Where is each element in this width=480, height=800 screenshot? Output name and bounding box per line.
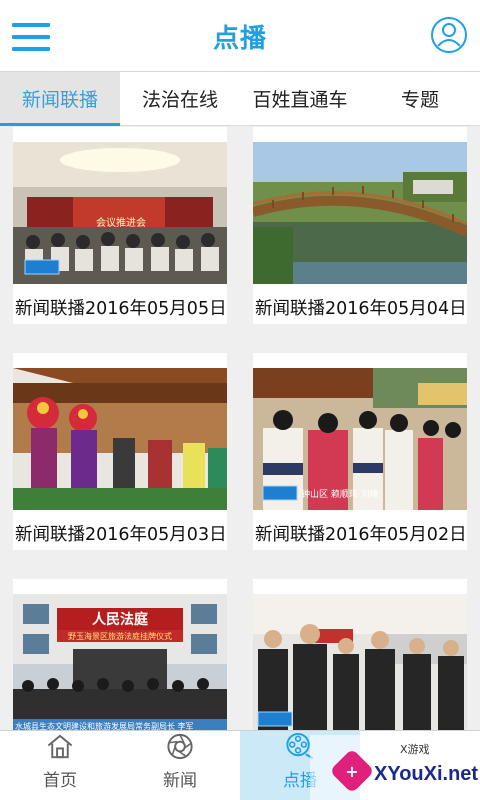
video-thumbnail [253, 594, 467, 730]
video-title: 新闻联播2016年05月03日 [15, 525, 227, 545]
thumbnail-caption: 钟山区 赖顺玮 刘峰 [301, 490, 379, 500]
video-title: 新闻联播2016年05月05日 [15, 299, 227, 319]
tab-news-broadcast[interactable]: 新闻联播 [0, 72, 120, 126]
thumbnail-banner-text: 会议推进会 [96, 218, 146, 229]
thumbnail-court-banner: 野玉海景区旅游法庭挂牌仪式 [68, 632, 172, 641]
video-card[interactable]: 新闻联播2016年05月04日 [253, 127, 467, 324]
svg-text:+: + [345, 762, 358, 781]
nav-home-label: 首页 [43, 771, 77, 791]
nav-home[interactable]: 首页 [0, 731, 120, 800]
site-watermark: + X游戏 XYouXi.net [310, 735, 480, 800]
top-bar: 点播 [0, 0, 480, 72]
home-icon [47, 734, 73, 759]
video-card[interactable]: 人民法庭 野玉海景区旅游法庭挂牌仪式 水城县生态文明建设和旅游发展局常务副局长 … [13, 579, 227, 730]
video-card[interactable]: 钟山区 赖顺玮 刘峰 新闻联播2016年05月02日 [253, 353, 467, 550]
thumbnail-caption: 水城县生态文明建设和旅游发展局常务副局长 李军 [15, 722, 194, 730]
thumbnail-court-sign: 人民法庭 [92, 612, 148, 628]
tab-legal-online[interactable]: 法治在线 [120, 72, 240, 125]
tab-citizen-express[interactable]: 百姓直通车 [240, 72, 360, 125]
video-thumbnail: 会议推进会 [13, 142, 227, 284]
tab-special-topics[interactable]: 专题 [360, 72, 480, 125]
page-title: 点播 [212, 24, 267, 54]
watermark-text: XYouXi.net [374, 763, 479, 785]
video-grid: 会议推进会 新闻联播2016年05月05日 新闻联播2016年05月04日 新闻… [0, 127, 480, 730]
video-thumbnail [253, 142, 467, 284]
user-profile-icon[interactable] [430, 16, 468, 54]
video-thumbnail: 人民法庭 野玉海景区旅游法庭挂牌仪式 水城县生态文明建设和旅游发展局常务副局长 … [13, 594, 227, 730]
video-card[interactable]: 会议推进会 新闻联播2016年05月05日 [13, 127, 227, 324]
watermark-top-text: X游戏 [400, 743, 430, 756]
app-root: 点播 新闻联播 法治在线 百姓直通车 专题 会议推进会 新闻联播2016年05月… [0, 0, 480, 800]
video-card[interactable] [253, 579, 467, 730]
nav-news-label: 新闻 [163, 771, 197, 791]
category-tabs: 新闻联播 法治在线 百姓直通车 专题 [0, 72, 480, 126]
nav-news[interactable]: 新闻 [120, 731, 240, 800]
video-card[interactable]: 新闻联播2016年05月03日 [13, 353, 227, 550]
video-thumbnail [13, 368, 227, 510]
video-title: 新闻联播2016年05月02日 [255, 525, 467, 545]
video-thumbnail: 钟山区 赖顺玮 刘峰 [253, 368, 467, 510]
camera-aperture-icon [167, 733, 193, 760]
video-title: 新闻联播2016年05月04日 [255, 299, 467, 319]
